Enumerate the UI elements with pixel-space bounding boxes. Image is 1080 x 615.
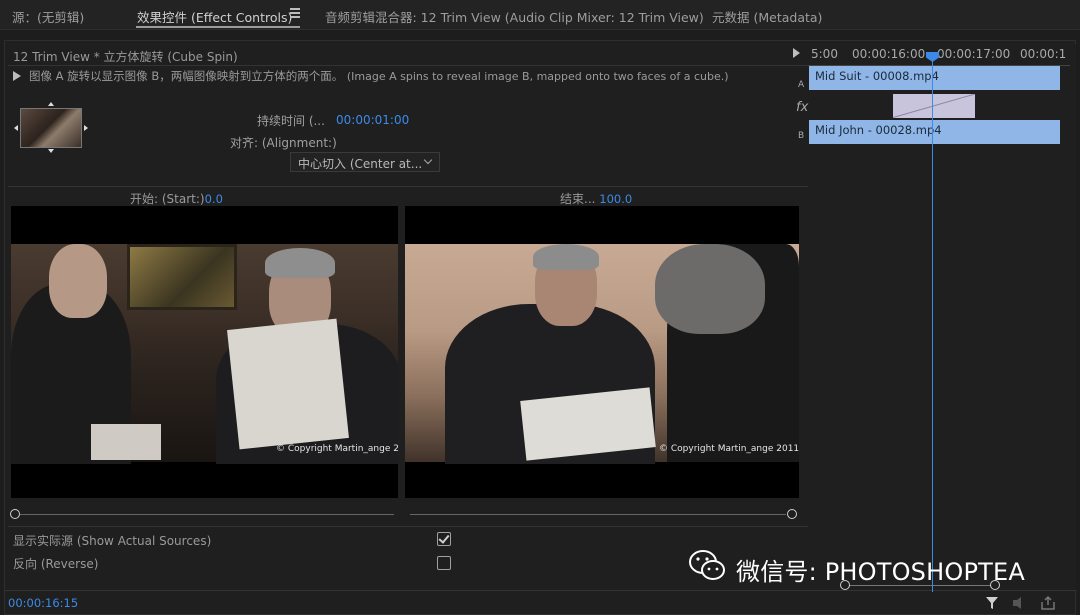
ruler-label: 00:00:17:00 [937, 47, 1011, 61]
divider [8, 526, 808, 527]
figure [49, 244, 107, 318]
audio-icon[interactable] [1012, 596, 1028, 610]
ruler-label: 00:00:16:00 [852, 47, 926, 61]
start-slider[interactable] [20, 514, 394, 515]
end-label: 结束... 100.0 [560, 190, 632, 207]
active-tab-indicator [136, 26, 300, 28]
divider [8, 186, 808, 187]
description-cn: 图像 A 旋转以显示图像 B，两幅图像映射到立方体的两个面。 [29, 69, 344, 83]
preview-end: © Copyright Martin_ange 2011 [405, 206, 799, 498]
start-label-text: 开始: (Start:) [130, 192, 205, 206]
divider [8, 65, 808, 66]
preview-image-a: © Copyright Martin_ange 2011 [11, 244, 398, 464]
alignment-label: 对齐: (Alignment:) [230, 136, 337, 150]
end-label-text: 结束... [560, 192, 596, 206]
filter-icon[interactable] [985, 596, 999, 610]
figure [533, 244, 599, 270]
fx-icon: fx [796, 100, 809, 115]
end-value[interactable]: 100.0 [599, 192, 632, 206]
video-watermark: © Copyright Martin_ange 2011 [276, 444, 398, 454]
reverse-label: 反向 (Reverse) [13, 557, 99, 571]
start-label: 开始: (Start:)0.0 [130, 190, 223, 207]
newspaper [227, 318, 349, 450]
reverse-checkbox[interactable] [437, 556, 451, 570]
transition-thumbnail[interactable] [14, 102, 88, 154]
current-time[interactable]: 00:00:16:15 [8, 596, 78, 610]
wechat-id-text: 微信号: PHOTOSHOPTEA [736, 558, 1025, 586]
tab-audio-clip-mixer[interactable]: 音频剪辑混合器: 12 Trim View (Audio Clip Mixer:… [325, 7, 704, 26]
thumbnail-image [20, 108, 82, 148]
end-slider-handle[interactable] [787, 509, 797, 519]
arrow-left-icon[interactable] [14, 125, 18, 131]
chevron-down-icon [423, 155, 433, 165]
preview-image-b: © Copyright Martin_ange 2011 [405, 244, 799, 464]
ruler-label: 5:00 [811, 47, 838, 61]
description-en: (Image A spins to reveal image B, mapped… [346, 70, 729, 83]
video-watermark: © Copyright Martin_ange 2011 [659, 444, 799, 454]
end-slider[interactable] [410, 514, 786, 515]
start-value[interactable]: 0.0 [205, 192, 223, 206]
duration-value[interactable]: 00:00:01:00 [336, 113, 409, 127]
painting [127, 244, 237, 310]
track-a-label: A [798, 80, 805, 90]
cup [91, 424, 161, 460]
alignment-dropdown[interactable]: 中心切入 (Center at... [290, 152, 440, 172]
clip-b[interactable]: Mid John - 00028.mp4 [809, 120, 1060, 144]
duration-label: 持续时间 (... [257, 114, 325, 128]
start-slider-handle[interactable] [10, 509, 20, 519]
track-b-label: B [798, 131, 805, 141]
tab-metadata[interactable]: 元数据 (Metadata) [712, 7, 822, 26]
arrow-up-icon[interactable] [48, 102, 54, 106]
play-icon[interactable] [793, 48, 800, 58]
preview-start: © Copyright Martin_ange 2011 [11, 206, 398, 498]
panel-tab-bar: 源：(无剪辑) 效果控件 (Effect Controls) 音频剪辑混合器: … [0, 0, 1080, 30]
divider [4, 590, 1076, 591]
ruler-label: 00:00:1 [1020, 47, 1067, 61]
alignment-value: 中心切入 (Center at... [298, 157, 423, 171]
figure [265, 248, 335, 278]
export-icon[interactable] [1040, 596, 1056, 610]
transition-clip[interactable] [893, 94, 975, 118]
arrow-down-icon[interactable] [48, 149, 54, 153]
tab-effect-controls[interactable]: 效果控件 (Effect Controls) [137, 7, 292, 26]
clip-a[interactable]: Mid Suit - 00008.mp4 [809, 66, 1060, 90]
tab-source[interactable]: 源：(无剪辑) [12, 7, 84, 26]
arrow-right-icon[interactable] [84, 125, 88, 131]
menu-icon[interactable] [290, 8, 300, 18]
figure [655, 244, 765, 334]
effect-title: 12 Trim View * 立方体旋转 (Cube Spin) [13, 50, 238, 64]
show-actual-sources-label: 显示实际源 (Show Actual Sources) [13, 534, 212, 548]
wechat-icon [689, 550, 725, 580]
effect-description: 图像 A 旋转以显示图像 B，两幅图像映射到立方体的两个面。 (Image A … [13, 68, 729, 84]
playhead[interactable] [932, 52, 933, 592]
show-actual-sources-checkbox[interactable] [437, 532, 451, 546]
play-icon[interactable] [13, 71, 21, 81]
